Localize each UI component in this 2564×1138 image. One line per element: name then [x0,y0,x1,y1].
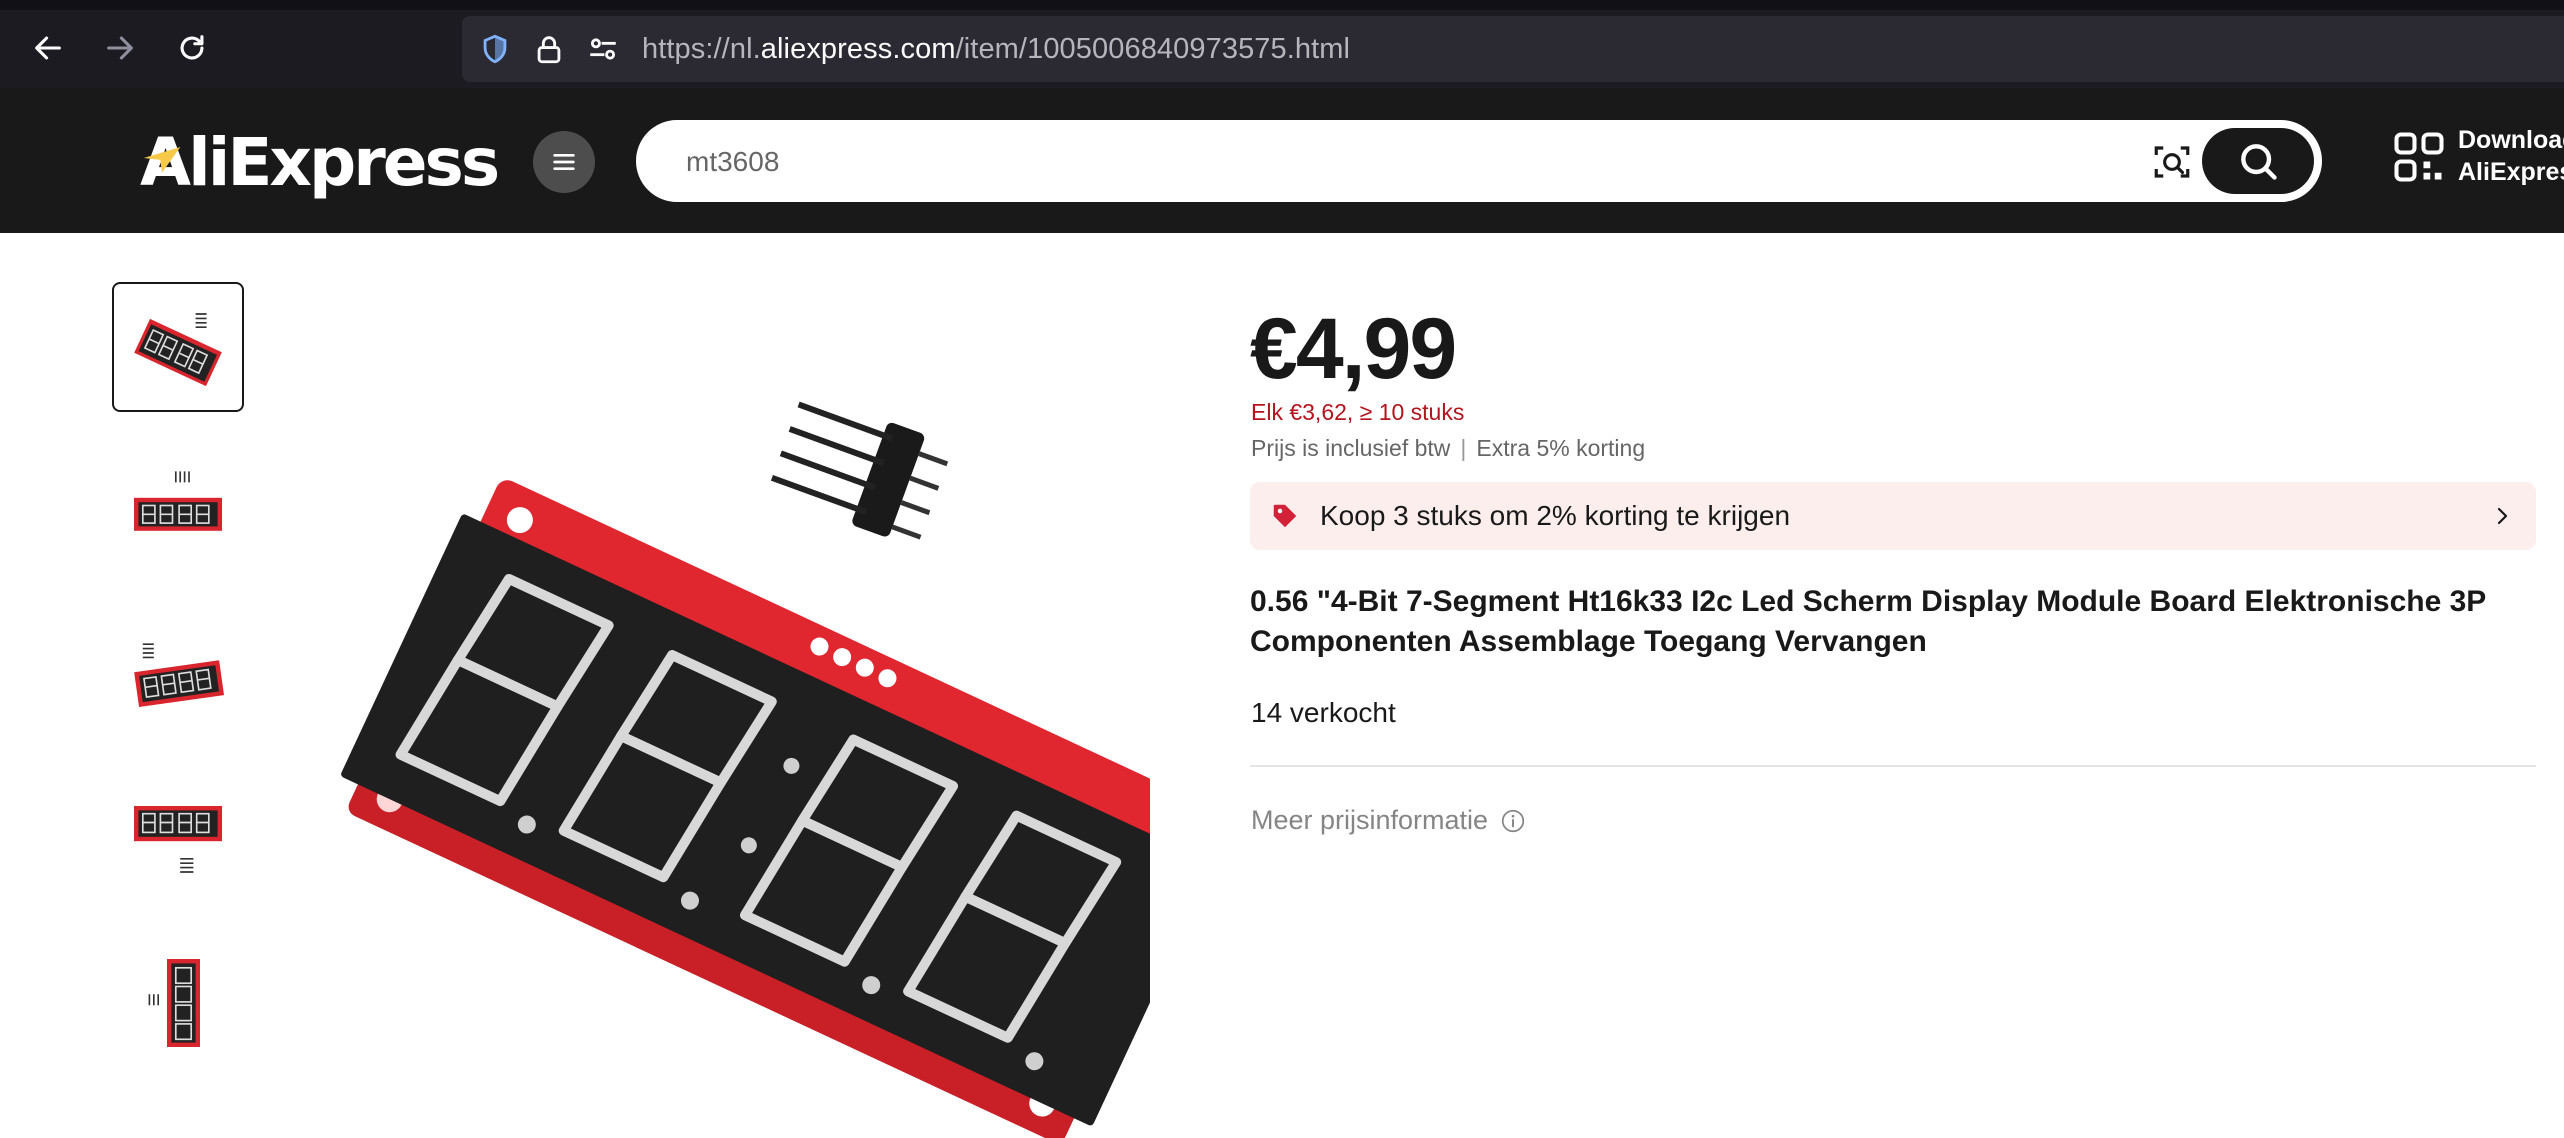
category-menu-button[interactable] [533,131,595,193]
product-title: 0.56 "4-Bit 7-Segment Ht16k33 I2c Led Sc… [1250,585,2486,658]
thumbnail-4[interactable] [112,774,244,904]
product-thumbnail-image [134,471,222,531]
lock-icon[interactable] [530,30,568,68]
more-price-info-label: Meer prijsinformatie [1251,805,1489,835]
camera-scan-icon [2154,146,2190,178]
thumbnail-1[interactable] [112,282,244,412]
aliexpress-logo[interactable]: AliExpress [140,122,500,202]
product-thumbnail-image [134,643,225,708]
browser-toolbar: https://nl.aliexpress.com/item/100500684… [0,0,2564,88]
reload-button[interactable] [166,22,218,74]
thumbnail-2[interactable] [112,446,244,576]
download-app-link[interactable]: Download AliExpress [2458,124,2564,188]
address-bar[interactable]: https://nl.aliexpress.com/item/100500684… [462,16,2564,82]
image-search-button[interactable] [2148,138,2196,186]
main-product-image[interactable] [330,370,1150,1138]
pin-header [770,401,949,540]
divider [1250,765,2536,767]
chevron-right-icon [2497,507,2508,525]
tab-strip [0,0,2564,10]
product-thumbnail-image [134,313,222,387]
tax-note: Prijs is inclusief btw [1251,435,1451,461]
forward-arrow-icon [107,36,133,60]
info-icon[interactable] [1500,808,1526,834]
display-module [341,480,1150,1138]
promo-banner[interactable]: Koop 3 stuks om 2% korting te krijgen [1250,482,2536,550]
shield-icon[interactable] [476,30,514,68]
price-notes: Prijs is inclusief btw | Extra 5% kortin… [1251,435,1645,462]
extra-discount: Extra 5% korting [1476,435,1646,461]
search-icon [2241,144,2277,180]
site-header: AliExpress Download AliExpress [0,88,2564,233]
separator: | [1460,435,1467,461]
product-price: €4,99 [1250,301,1457,397]
logo-star-icon [143,147,181,173]
search-input[interactable] [686,142,2086,182]
promo-text: Koop 3 stuks om 2% korting te krijgen [1320,500,1791,531]
product-thumbnail-image [134,806,222,873]
back-button[interactable] [22,22,74,74]
forward-button[interactable] [94,22,146,74]
thumbnail-5[interactable] [112,938,244,1068]
search-button[interactable] [2202,128,2314,194]
qr-code-icon[interactable] [2392,130,2446,184]
search-bar [636,120,2322,202]
permissions-icon[interactable] [584,30,622,68]
price-tag-icon [1273,504,1297,528]
url-text[interactable]: https://nl.aliexpress.com/item/100500684… [642,33,1350,66]
reload-icon [180,35,204,60]
bulk-price: Elk €3,62, ≥ 10 stuks [1251,399,1465,425]
thumbnail-3[interactable] [112,610,244,740]
back-arrow-icon [35,36,61,60]
hamburger-icon [553,154,575,170]
product-thumbnail-image [148,959,200,1047]
sold-count: 14 verkocht [1251,697,1396,728]
more-price-info-link[interactable]: Meer prijsinformatie [1251,805,1526,836]
